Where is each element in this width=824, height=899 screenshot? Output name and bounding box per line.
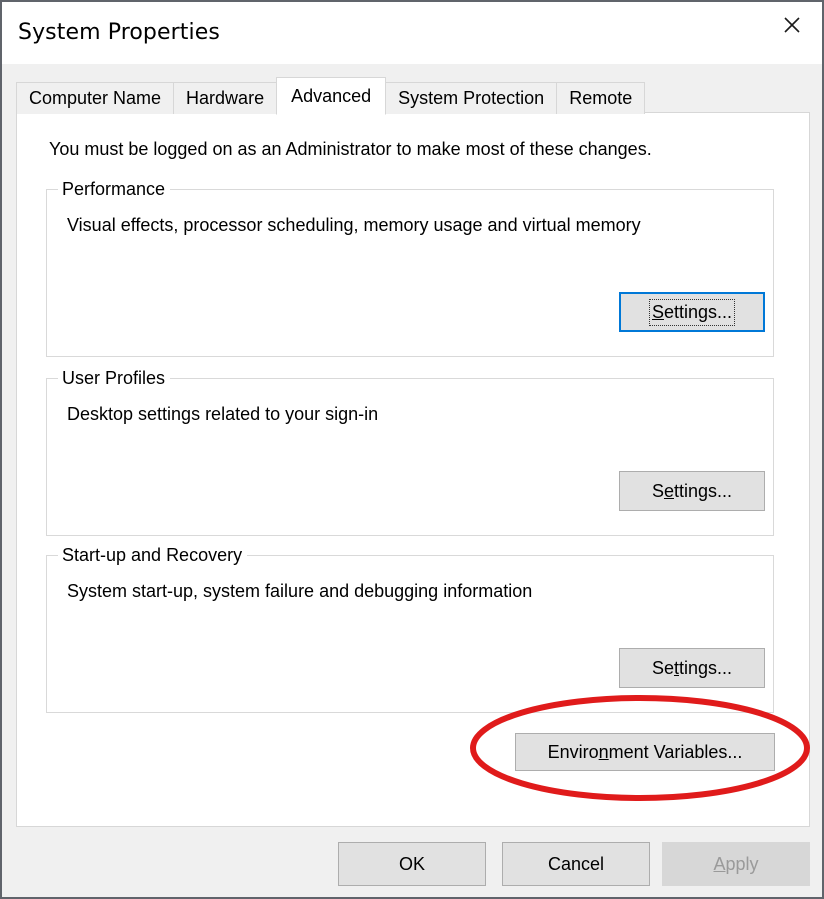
label-suffix: ettings... (663, 301, 733, 322)
tab-label: Remote (569, 88, 633, 108)
accelerator-char: A (713, 853, 726, 874)
label-prefix: Se (651, 657, 674, 678)
tab-system-protection[interactable]: System Protection (385, 82, 558, 114)
button-label: Settings... (652, 658, 732, 679)
administrator-note: You must be logged on as an Administrato… (49, 139, 652, 159)
tab-remote[interactable]: Remote (556, 82, 646, 114)
group-performance: Performance Visual effects, processor sc… (46, 179, 774, 357)
group-description: System start-up, system failure and debu… (67, 581, 533, 601)
environment-variables-button[interactable]: Environment Variables... (515, 733, 775, 771)
group-description: Visual effects, processor scheduling, me… (67, 215, 641, 235)
group-legend: User Profiles (58, 368, 171, 389)
window-title: System Properties (18, 20, 220, 45)
label-prefix: Enviro (547, 741, 599, 762)
tab-advanced[interactable]: Advanced (276, 77, 387, 115)
button-label: Apply (713, 854, 758, 875)
tab-strip: Computer Name Hardware Advanced System P… (16, 77, 646, 115)
apply-button[interactable]: Apply (662, 842, 810, 886)
close-icon (784, 17, 800, 33)
button-label: Environment Variables... (548, 742, 743, 763)
button-label: Cancel (547, 853, 605, 874)
ok-button[interactable]: OK (338, 842, 486, 886)
accelerator-char: n (598, 741, 609, 762)
tab-label: Hardware (186, 88, 265, 108)
user-profiles-settings-button[interactable]: Settings... (619, 471, 765, 511)
accelerator-char: S (651, 301, 664, 322)
tab-label: Advanced (291, 85, 372, 106)
titlebar: System Properties (2, 2, 822, 64)
close-button[interactable] (762, 2, 822, 48)
group-user-profiles: User Profiles Desktop settings related t… (46, 368, 774, 536)
label-suffix: ment Variables... (608, 741, 743, 762)
tab-computer-name[interactable]: Computer Name (16, 82, 175, 114)
group-description: Desktop settings related to your sign-in (67, 404, 379, 424)
group-legend: Performance (58, 179, 171, 200)
label-suffix: pply (725, 853, 759, 874)
button-label: Settings... (648, 298, 736, 326)
label-prefix: S (651, 480, 664, 501)
label-suffix: tings... (679, 657, 733, 678)
tab-label: System Protection (398, 88, 545, 108)
tab-hardware[interactable]: Hardware (173, 82, 278, 114)
performance-settings-button[interactable]: Settings... (619, 292, 765, 332)
advanced-tab-panel: You must be logged on as an Administrato… (16, 112, 810, 827)
button-label: Settings... (652, 481, 732, 502)
group-startup-recovery: Start-up and Recovery System start-up, s… (46, 545, 774, 713)
accelerator-char: e (663, 480, 674, 501)
group-legend: Start-up and Recovery (58, 545, 248, 566)
tab-label: Computer Name (29, 88, 162, 108)
label-suffix: ttings... (674, 480, 733, 501)
button-label: OK (398, 853, 425, 874)
startup-recovery-settings-button[interactable]: Settings... (619, 648, 765, 688)
system-properties-window: System Properties Computer Name Hardware… (0, 0, 824, 899)
cancel-button[interactable]: Cancel (502, 842, 650, 886)
